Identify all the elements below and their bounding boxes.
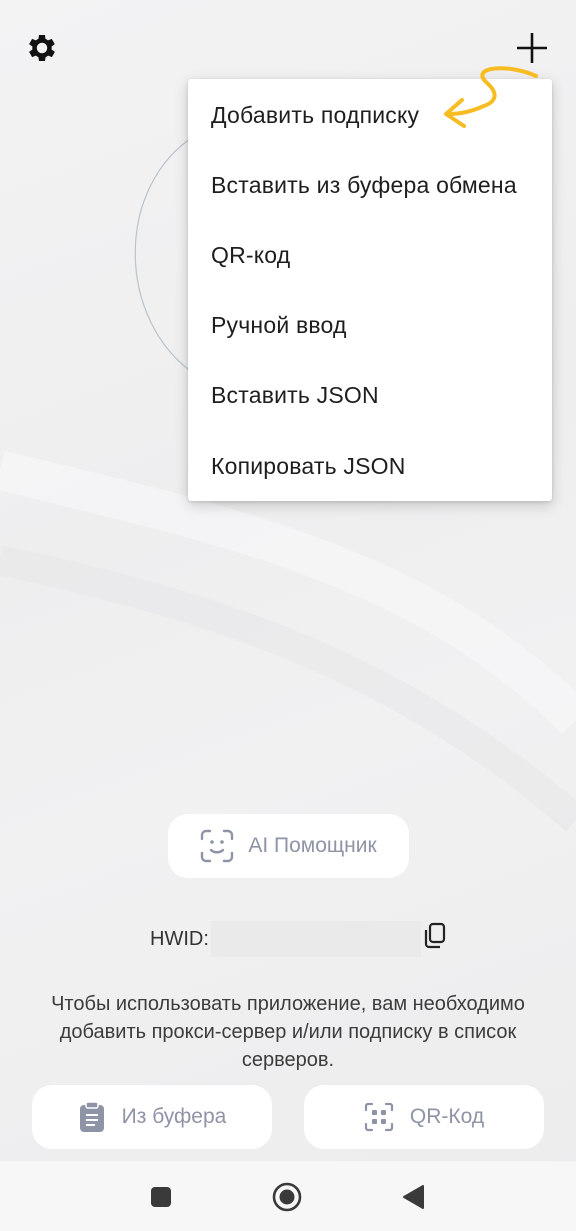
hwid-row: HWID: [150, 920, 460, 958]
menu-item-add-subscription[interactable]: Добавить подписку [188, 80, 552, 150]
menu-item-copy-json[interactable]: Копировать JSON [188, 431, 552, 501]
add-menu-popup: Добавить подписку Вставить из буфера обм… [188, 79, 552, 501]
ai-assistant-label: AI Помощник [248, 834, 377, 857]
clipboard-icon [79, 1101, 104, 1132]
nav-home-button[interactable] [269, 1179, 305, 1215]
qr-code-label: QR-Код [409, 1105, 485, 1128]
qr-code-button[interactable]: QR-Код [304, 1085, 544, 1149]
plus-icon [517, 33, 547, 63]
hwid-value [210, 921, 421, 957]
from-clipboard-label: Из буфера [121, 1105, 227, 1128]
add-button[interactable] [510, 26, 554, 70]
menu-item-manual-input[interactable]: Ручной ввод [188, 291, 552, 361]
hwid-label: HWID: [150, 927, 209, 950]
system-navigation-bar [0, 1161, 576, 1231]
ai-assistant-button[interactable]: AI Помощник [168, 814, 409, 878]
menu-item-qr-code[interactable]: QR-код [188, 220, 552, 290]
nav-back-button[interactable] [395, 1179, 431, 1215]
copy-icon[interactable] [422, 922, 448, 950]
menu-item-paste-clipboard[interactable]: Вставить из буфера обмена [188, 150, 552, 220]
triangle-back-icon [403, 1185, 424, 1209]
nav-recent-button[interactable] [143, 1179, 179, 1215]
settings-button[interactable] [22, 28, 62, 68]
circle-icon [272, 1182, 302, 1212]
face-scan-icon [201, 829, 234, 863]
empty-state-hint: Чтобы использовать приложение, вам необх… [51, 993, 525, 1071]
gear-icon [29, 34, 55, 62]
square-icon [151, 1187, 171, 1207]
qr-icon [364, 1102, 393, 1132]
menu-item-paste-json[interactable]: Вставить JSON [188, 361, 552, 431]
from-clipboard-button[interactable]: Из буфера [32, 1085, 272, 1149]
